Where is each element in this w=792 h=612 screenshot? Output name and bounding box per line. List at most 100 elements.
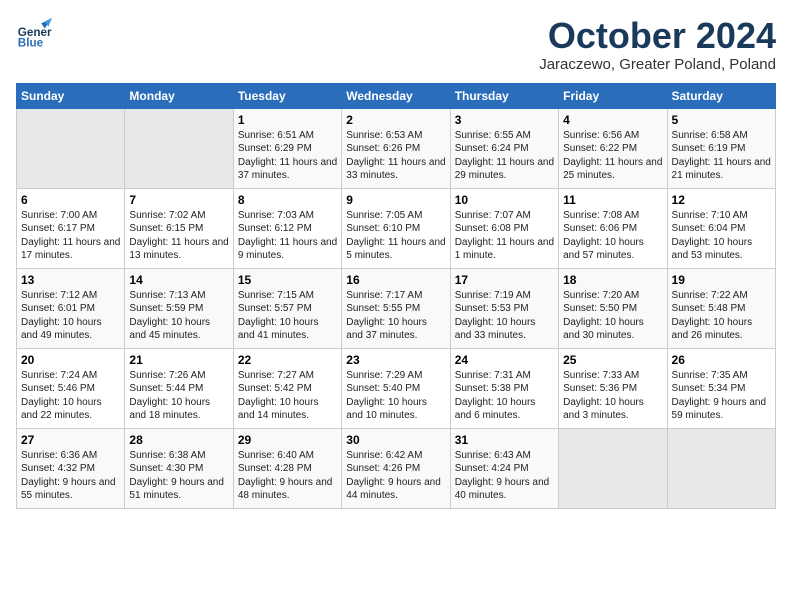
day-number: 21 (129, 353, 228, 367)
day-info: Sunrise: 7:10 AMSunset: 6:04 PMDaylight:… (672, 209, 771, 263)
day-info: Sunrise: 7:20 AMSunset: 5:50 PMDaylight:… (563, 289, 662, 343)
day-cell: 6Sunrise: 7:00 AMSunset: 6:17 PMDaylight… (17, 188, 125, 268)
day-number: 11 (563, 193, 662, 207)
logo-icon: General Blue (16, 16, 52, 52)
day-cell: 8Sunrise: 7:03 AMSunset: 6:12 PMDaylight… (233, 188, 341, 268)
weekday-header-monday: Monday (125, 83, 233, 108)
weekday-header-friday: Friday (559, 83, 667, 108)
day-cell (559, 428, 667, 508)
day-cell: 16Sunrise: 7:17 AMSunset: 5:55 PMDayligh… (342, 268, 450, 348)
day-info: Sunrise: 6:58 AMSunset: 6:19 PMDaylight:… (672, 129, 771, 183)
day-cell: 3Sunrise: 6:55 AMSunset: 6:24 PMDaylight… (450, 108, 558, 188)
day-info: Sunrise: 7:17 AMSunset: 5:55 PMDaylight:… (346, 289, 445, 343)
day-info: Sunrise: 6:53 AMSunset: 6:26 PMDaylight:… (346, 129, 445, 183)
day-info: Sunrise: 6:36 AMSunset: 4:32 PMDaylight:… (21, 449, 120, 503)
day-info: Sunrise: 7:13 AMSunset: 5:59 PMDaylight:… (129, 289, 228, 343)
day-cell: 7 Sunrise: 7:02 AMSunset: 6:15 PMDaylight… (125, 188, 233, 268)
weekday-header-thursday: Thursday (450, 83, 558, 108)
day-info: Sunrise: 7:19 AMSunset: 5:53 PMDaylight:… (455, 289, 554, 343)
day-cell: 24Sunrise: 7:31 AMSunset: 5:38 PMDayligh… (450, 348, 558, 428)
location: Jaraczewo, Greater Poland, Poland (539, 56, 776, 73)
weekday-header-wednesday: Wednesday (342, 83, 450, 108)
day-cell: 22 Sunrise: 7:27 AMSunset: 5:42 PMDayligh… (233, 348, 341, 428)
weekday-header-saturday: Saturday (667, 83, 775, 108)
day-cell: 25 Sunrise: 7:33 AMSunset: 5:36 PMDayligh… (559, 348, 667, 428)
week-row-3: 13 Sunrise: 7:12 AMSunset: 6:01 PMDayligh… (17, 268, 776, 348)
week-row-5: 27 Sunrise: 6:36 AMSunset: 4:32 PMDayligh… (17, 428, 776, 508)
day-cell: 29 Sunrise: 6:40 AMSunset: 4:28 PMDayligh… (233, 428, 341, 508)
day-info: Sunrise: 7:26 AMSunset: 5:44 PMDaylight:… (129, 369, 228, 423)
week-row-1: 1 Sunrise: 6:51 AMSunset: 6:29 PMDaylight… (17, 108, 776, 188)
day-number: 9 (346, 193, 445, 207)
calendar-table: SundayMondayTuesdayWednesdayThursdayFrid… (16, 83, 776, 509)
day-number: 7 (129, 193, 228, 207)
day-info: Sunrise: 7:08 AMSunset: 6:06 PMDaylight:… (563, 209, 662, 263)
weekday-header-tuesday: Tuesday (233, 83, 341, 108)
svg-text:Blue: Blue (18, 37, 44, 50)
day-number: 15 (238, 273, 337, 287)
day-number: 28 (129, 433, 228, 447)
day-number: 25 (563, 353, 662, 367)
day-cell: 28 Sunrise: 6:38 AMSunset: 4:30 PMDayligh… (125, 428, 233, 508)
day-info: Sunrise: 7:02 AMSunset: 6:15 PMDaylight:… (129, 209, 228, 263)
day-number: 14 (129, 273, 228, 287)
day-info: Sunrise: 6:51 AMSunset: 6:29 PMDaylight:… (238, 129, 337, 183)
day-number: 17 (455, 273, 554, 287)
weekday-header-sunday: Sunday (17, 83, 125, 108)
day-cell: 5Sunrise: 6:58 AMSunset: 6:19 PMDaylight… (667, 108, 775, 188)
day-cell: 30 Sunrise: 6:42 AMSunset: 4:26 PMDayligh… (342, 428, 450, 508)
week-row-2: 6Sunrise: 7:00 AMSunset: 6:17 PMDaylight… (17, 188, 776, 268)
day-cell: 21 Sunrise: 7:26 AMSunset: 5:44 PMDayligh… (125, 348, 233, 428)
day-number: 26 (672, 353, 771, 367)
day-cell: 18 Sunrise: 7:20 AMSunset: 5:50 PMDayligh… (559, 268, 667, 348)
day-info: Sunrise: 7:33 AMSunset: 5:36 PMDaylight:… (563, 369, 662, 423)
day-info: Sunrise: 7:07 AMSunset: 6:08 PMDaylight:… (455, 209, 554, 263)
day-cell: 27 Sunrise: 6:36 AMSunset: 4:32 PMDayligh… (17, 428, 125, 508)
day-number: 4 (563, 113, 662, 127)
day-cell: 26Sunrise: 7:35 AMSunset: 5:34 PMDayligh… (667, 348, 775, 428)
day-info: Sunrise: 7:15 AMSunset: 5:57 PMDaylight:… (238, 289, 337, 343)
day-cell: 14 Sunrise: 7:13 AMSunset: 5:59 PMDayligh… (125, 268, 233, 348)
day-cell: 31 Sunrise: 6:43 AMSunset: 4:24 PMDayligh… (450, 428, 558, 508)
day-cell: 13 Sunrise: 7:12 AMSunset: 6:01 PMDayligh… (17, 268, 125, 348)
day-info: Sunrise: 7:24 AMSunset: 5:46 PMDaylight:… (21, 369, 120, 423)
day-info: Sunrise: 6:40 AMSunset: 4:28 PMDaylight:… (238, 449, 337, 503)
day-number: 27 (21, 433, 120, 447)
day-number: 6 (21, 193, 120, 207)
day-number: 29 (238, 433, 337, 447)
day-number: 2 (346, 113, 445, 127)
day-info: Sunrise: 6:56 AMSunset: 6:22 PMDaylight:… (563, 129, 662, 183)
day-info: Sunrise: 7:22 AMSunset: 5:48 PMDaylight:… (672, 289, 771, 343)
day-number: 13 (21, 273, 120, 287)
day-number: 10 (455, 193, 554, 207)
day-cell: 11 Sunrise: 7:08 AMSunset: 6:06 PMDayligh… (559, 188, 667, 268)
day-cell: 4 Sunrise: 6:56 AMSunset: 6:22 PMDaylight… (559, 108, 667, 188)
day-number: 31 (455, 433, 554, 447)
week-row-4: 20 Sunrise: 7:24 AMSunset: 5:46 PMDayligh… (17, 348, 776, 428)
day-cell (667, 428, 775, 508)
day-number: 23 (346, 353, 445, 367)
day-cell: 12Sunrise: 7:10 AMSunset: 6:04 PMDayligh… (667, 188, 775, 268)
day-cell: 9Sunrise: 7:05 AMSunset: 6:10 PMDaylight… (342, 188, 450, 268)
page-header: General Blue October 2024 Jaraczewo, Gre… (16, 16, 776, 73)
day-info: Sunrise: 6:38 AMSunset: 4:30 PMDaylight:… (129, 449, 228, 503)
day-info: Sunrise: 6:42 AMSunset: 4:26 PMDaylight:… (346, 449, 445, 503)
day-cell: 23 Sunrise: 7:29 AMSunset: 5:40 PMDayligh… (342, 348, 450, 428)
day-info: Sunrise: 7:31 AMSunset: 5:38 PMDaylight:… (455, 369, 554, 423)
day-number: 18 (563, 273, 662, 287)
day-cell: 19 Sunrise: 7:22 AMSunset: 5:48 PMDayligh… (667, 268, 775, 348)
day-cell: 1 Sunrise: 6:51 AMSunset: 6:29 PMDaylight… (233, 108, 341, 188)
logo: General Blue (16, 16, 52, 52)
day-info: Sunrise: 6:55 AMSunset: 6:24 PMDaylight:… (455, 129, 554, 183)
day-number: 20 (21, 353, 120, 367)
day-info: Sunrise: 6:43 AMSunset: 4:24 PMDaylight:… (455, 449, 554, 503)
day-number: 30 (346, 433, 445, 447)
day-number: 1 (238, 113, 337, 127)
day-info: Sunrise: 7:29 AMSunset: 5:40 PMDaylight:… (346, 369, 445, 423)
weekday-header-row: SundayMondayTuesdayWednesdayThursdayFrid… (17, 83, 776, 108)
day-number: 19 (672, 273, 771, 287)
title-block: October 2024 Jaraczewo, Greater Poland, … (539, 16, 776, 73)
day-info: Sunrise: 7:12 AMSunset: 6:01 PMDaylight:… (21, 289, 120, 343)
day-number: 22 (238, 353, 337, 367)
day-info: Sunrise: 7:27 AMSunset: 5:42 PMDaylight:… (238, 369, 337, 423)
